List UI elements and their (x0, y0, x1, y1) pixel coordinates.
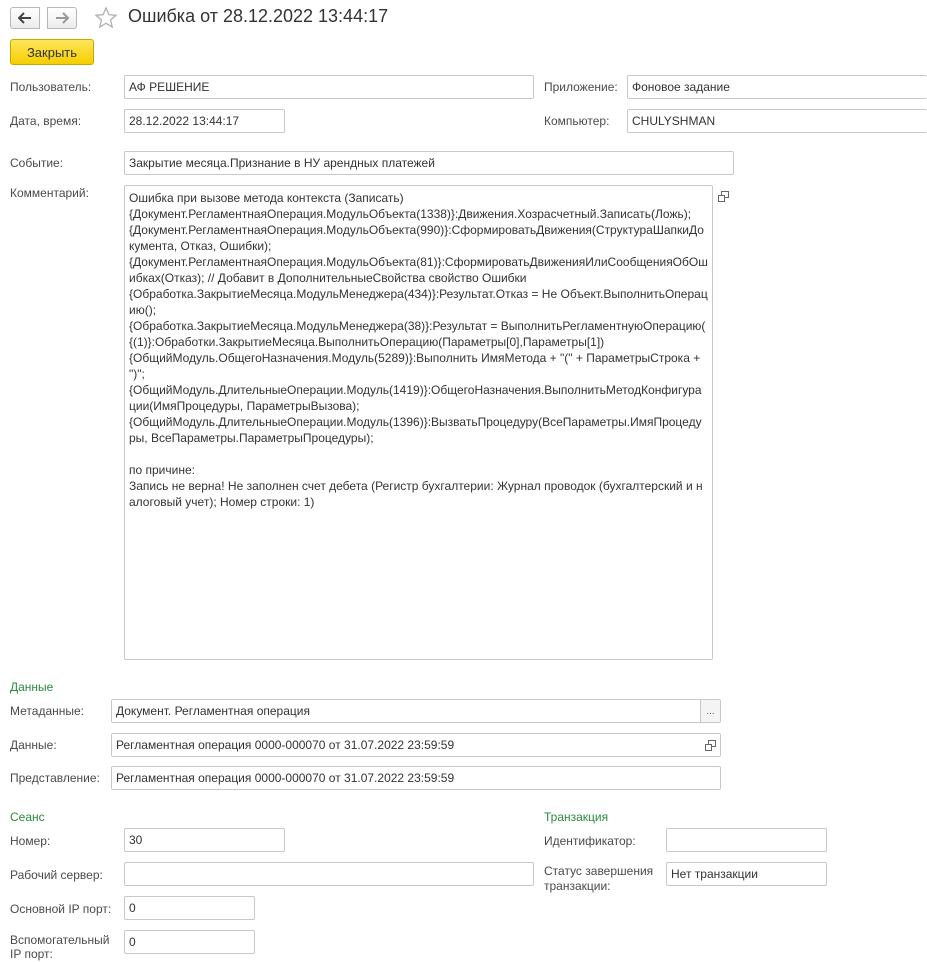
work-server-field[interactable] (124, 862, 534, 886)
session-number-label: Номер: (10, 834, 51, 848)
aux-ip-port-label-line1: Вспомогательный (10, 933, 110, 947)
transaction-id-label: Идентификатор: (544, 834, 636, 848)
metadata-select-button[interactable]: ... (700, 699, 721, 723)
aux-ip-port-field[interactable]: 0 (124, 930, 255, 954)
metadata-field[interactable]: Документ. Регламентная операция (111, 699, 701, 723)
computer-label: Компьютер: (544, 114, 610, 128)
close-button[interactable]: Закрыть (10, 39, 94, 65)
back-button[interactable] (10, 7, 40, 29)
presentation-field[interactable]: Регламентная операция 0000-000070 от 31.… (111, 766, 721, 790)
user-field[interactable]: АФ РЕШЕНИЕ (124, 75, 534, 99)
presentation-label: Представление: (10, 771, 100, 785)
transaction-section-title: Транзакция (544, 810, 609, 824)
transaction-status-label-line1: Статус завершения (544, 864, 654, 878)
session-number-field[interactable]: 30 (124, 828, 285, 852)
work-server-label: Рабочий сервер: (10, 868, 103, 882)
open-window-icon (704, 739, 716, 751)
arrow-left-icon (18, 12, 31, 24)
data-section-title: Данные (10, 680, 54, 694)
event-label: Событие: (10, 156, 64, 170)
open-window-icon (717, 190, 729, 202)
session-section-title: Сеанс (10, 810, 45, 824)
date-label: Дата, время: (10, 114, 82, 128)
forward-button[interactable] (47, 7, 77, 29)
page-title: Ошибка от 28.12.2022 13:44:17 (128, 6, 389, 26)
metadata-label: Метаданные: (10, 704, 85, 718)
star-icon (94, 6, 118, 29)
data-label: Данные: (10, 738, 57, 752)
arrow-right-icon (56, 12, 69, 24)
date-field[interactable]: 28.12.2022 13:44:17 (124, 109, 285, 133)
comment-open-button[interactable] (713, 185, 733, 207)
transaction-id-field[interactable] (666, 828, 827, 852)
main-ip-port-label: Основной IP порт: (10, 902, 112, 916)
computer-field[interactable]: CHULYSHMAN (627, 109, 927, 133)
comment-label: Комментарий: (10, 186, 89, 200)
data-open-button[interactable] (700, 734, 720, 756)
data-field[interactable]: Регламентная операция 0000-000070 от 31.… (111, 733, 721, 757)
comment-textarea[interactable]: Ошибка при вызове метода контекста (Запи… (124, 185, 713, 660)
main-ip-port-field[interactable]: 0 (124, 896, 255, 920)
user-label: Пользователь: (10, 80, 92, 94)
app-label: Приложение: (544, 80, 618, 94)
favorite-star-button[interactable] (94, 6, 118, 30)
transaction-status-field[interactable]: Нет транзакции (666, 862, 827, 886)
app-field[interactable]: Фоновое задание (627, 75, 927, 99)
aux-ip-port-label-line2: IP порт: (10, 947, 53, 961)
ellipsis-icon: ... (706, 705, 715, 717)
transaction-status-label-line2: транзакции: (544, 879, 611, 893)
event-field[interactable]: Закрытие месяца.Признание в НУ арендных … (124, 151, 734, 175)
